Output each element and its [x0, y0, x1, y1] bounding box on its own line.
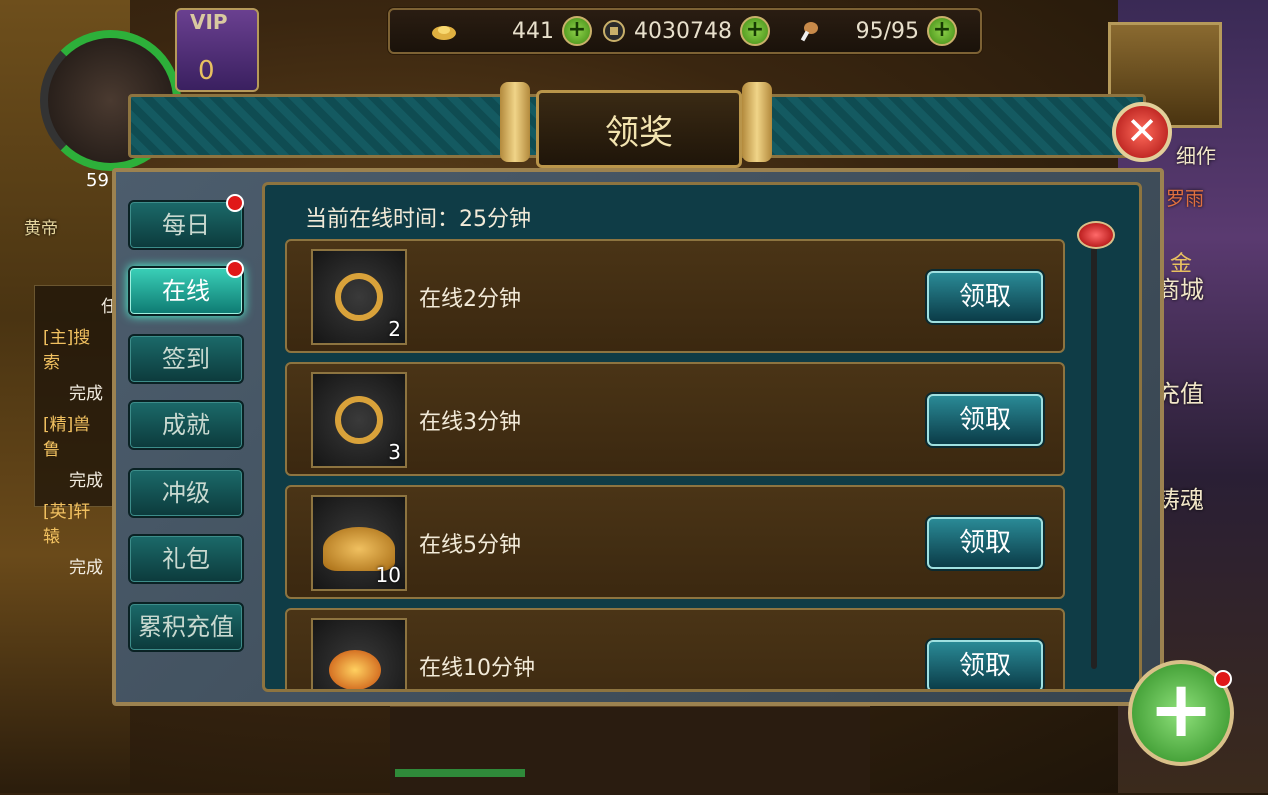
reward-dialog: 领奖 ✕ 每日 在线 签到 成就 冲级 礼包 累积充值 当前在线时间：25分钟 … — [108, 82, 1172, 706]
add-gold-button[interactable]: + — [562, 16, 592, 46]
resource-copper: 4030748 + — [600, 16, 770, 46]
exp-bar — [395, 769, 525, 777]
reward-item[interactable]: 3 — [311, 372, 407, 468]
vip-label: VIP — [190, 10, 228, 34]
side-label-spy[interactable]: 细作 — [1176, 140, 1216, 169]
tab-achievement[interactable]: 成就 — [128, 400, 244, 450]
quest-title: 任 — [101, 297, 118, 317]
item-quantity: 2 — [388, 317, 401, 341]
scroll-ornament-right — [742, 82, 772, 162]
close-button[interactable]: ✕ — [1112, 102, 1172, 162]
add-copper-button[interactable]: + — [739, 16, 770, 46]
claim-button[interactable]: 领取 — [927, 517, 1043, 569]
scrollbar-knob[interactable] — [1077, 221, 1115, 249]
quest-status: 完成 — [69, 384, 103, 404]
copper-value: 4030748 — [634, 18, 732, 44]
reward-row: 2 在线2分钟 领取 — [285, 239, 1065, 353]
reward-row: 在线10分钟 领取 — [285, 608, 1065, 689]
resource-gold: 441 + — [430, 16, 592, 46]
scrollbar-track[interactable] — [1091, 239, 1097, 669]
claim-button[interactable]: 领取 — [927, 394, 1043, 446]
reward-label: 在线3分钟 — [419, 410, 521, 435]
title-plate: 领奖 — [536, 90, 742, 168]
fire-ore-icon — [329, 650, 381, 689]
item-quantity: 10 — [375, 563, 401, 587]
reward-label: 在线10分钟 — [419, 656, 535, 681]
gold-value: 441 — [512, 18, 554, 44]
resource-bar: 441 + 4030748 + 95/95 + — [388, 8, 982, 54]
coin-item-icon — [335, 396, 383, 444]
reward-item[interactable]: 2 — [311, 249, 407, 345]
reward-row: 10 在线5分钟 领取 — [285, 485, 1065, 599]
quest-tag[interactable]: [精]兽鲁 — [43, 410, 107, 460]
tab-signin[interactable]: 签到 — [128, 334, 244, 384]
bottom-bar — [390, 705, 870, 795]
tab-level-up[interactable]: 冲级 — [128, 468, 244, 518]
coin-item-icon — [335, 273, 383, 321]
tab-gift-pack[interactable]: 礼包 — [128, 534, 244, 584]
notification-dot — [1214, 670, 1232, 688]
vip-level: 0 — [198, 56, 215, 86]
tab-cumulative-recharge[interactable]: 累积充值 — [128, 602, 244, 652]
notification-dot — [226, 260, 244, 278]
player-level: 59 — [86, 170, 109, 191]
dialog-title: 领奖 — [605, 113, 673, 153]
copper-coin-icon — [603, 20, 625, 42]
npc-name-right: 罗雨 — [1166, 188, 1205, 210]
quest-panel[interactable]: 任 [主]搜索 完成 [精]兽鲁 完成 [英]轩辕 完成 — [34, 285, 118, 578]
quest-status: 完成 — [69, 471, 103, 491]
stamina-value: 95/95 — [855, 18, 919, 44]
claim-button[interactable]: 领取 — [927, 640, 1043, 689]
reward-item[interactable]: 10 — [311, 495, 407, 591]
reward-item[interactable] — [311, 618, 407, 689]
reward-label: 在线5分钟 — [419, 533, 521, 558]
quest-status: 完成 — [69, 558, 103, 578]
claim-button[interactable]: 领取 — [927, 271, 1043, 323]
scroll-ornament-left — [500, 82, 530, 162]
quest-tag[interactable]: [英]轩辕 — [43, 497, 107, 547]
gold-ingot-icon — [432, 26, 456, 40]
reward-list-panel: 当前在线时间：25分钟 2 在线2分钟 领取 3 在线3分钟 领取 10 在线5… — [262, 182, 1142, 692]
quest-tag[interactable]: [主]搜索 — [43, 323, 107, 373]
resource-stamina: 95/95 + — [795, 16, 957, 46]
online-time: 当前在线时间：25分钟 — [305, 207, 531, 232]
npc-name-left: 黄帝 — [24, 219, 58, 239]
add-stamina-button[interactable]: + — [927, 16, 957, 46]
reward-row: 3 在线3分钟 领取 — [285, 362, 1065, 476]
notification-dot — [226, 194, 244, 212]
reward-label: 在线2分钟 — [419, 287, 521, 312]
drumstick-icon — [800, 22, 818, 42]
item-quantity: 3 — [388, 440, 401, 464]
